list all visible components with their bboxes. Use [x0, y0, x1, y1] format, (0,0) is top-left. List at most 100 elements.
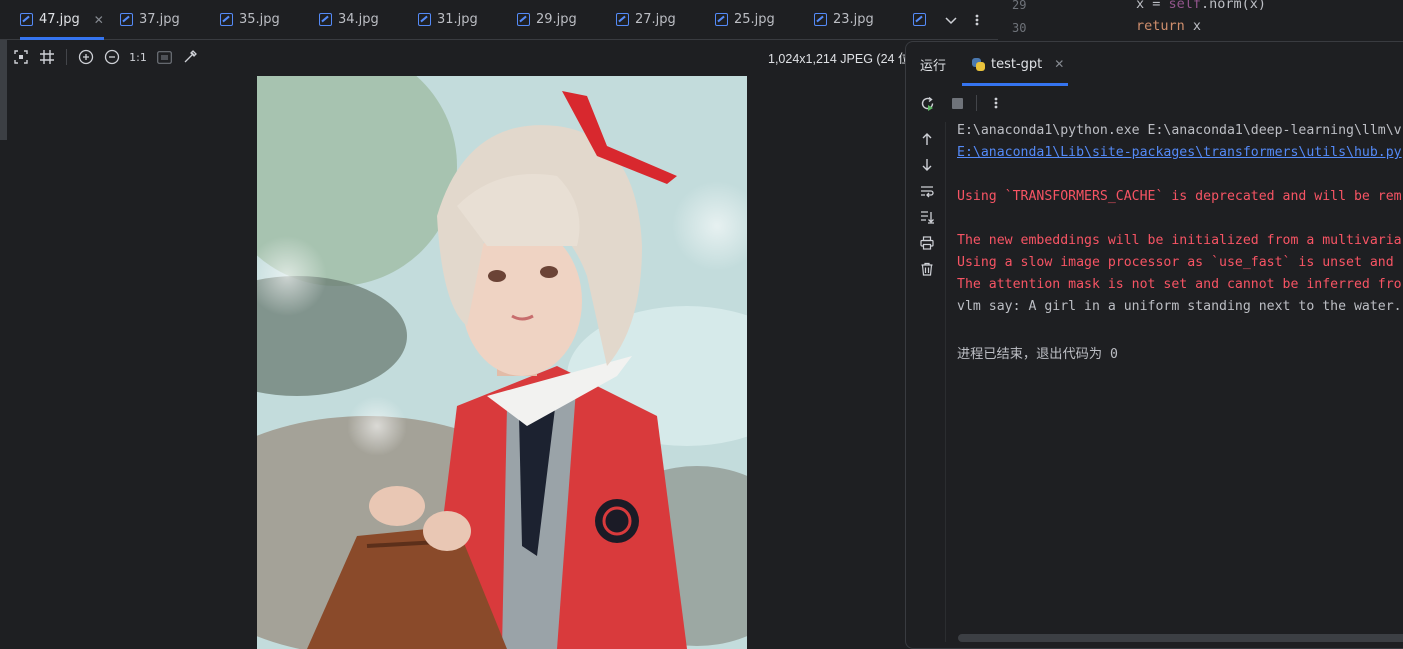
zoom-out-button[interactable] [99, 44, 125, 70]
tab-35-jpg[interactable]: 35.jpg [220, 0, 280, 39]
image-file-icon [715, 13, 728, 26]
console-link[interactable]: E:\anaconda1\Lib\site-packages\transform… [957, 145, 1402, 160]
trash-icon [921, 262, 933, 276]
image-file-icon [814, 13, 827, 26]
background-toggle-button[interactable] [151, 44, 177, 70]
clear-console-button[interactable] [916, 258, 938, 280]
zoom-in-icon [78, 49, 94, 65]
more-vertical-icon [975, 14, 979, 25]
scroll-down-button[interactable] [916, 154, 938, 176]
toolbar-separator [66, 49, 67, 65]
image-preview [257, 76, 747, 649]
print-button[interactable] [916, 232, 938, 254]
tab-overflow-file[interactable] [913, 0, 926, 39]
code-token: .norm(x) [1201, 0, 1267, 12]
tab-label: 23.jpg [833, 12, 874, 27]
tab-34-jpg[interactable]: 34.jpg [319, 0, 379, 39]
tab-label: 47.jpg [39, 12, 80, 27]
console-side-toolbar [906, 122, 946, 642]
console-line-error: The new embeddings will be initialized f… [957, 233, 1402, 248]
chevron-down-icon [945, 16, 957, 24]
more-vertical-icon [994, 97, 998, 109]
python-icon [972, 57, 985, 71]
code-token: x [1184, 18, 1202, 34]
grid-icon [40, 50, 54, 64]
image-file-icon [20, 13, 33, 26]
image-background-icon [156, 50, 172, 64]
soft-wrap-icon [921, 186, 934, 198]
tab-label: 37.jpg [139, 12, 180, 27]
zoom-in-button[interactable] [73, 44, 99, 70]
eyedropper-icon [184, 50, 197, 63]
image-file-icon [418, 13, 431, 26]
stop-button[interactable] [946, 92, 968, 114]
image-info-label: 1,024x1,214 JPEG (24 位 [768, 52, 911, 66]
console-line-error: Using a slow image processor as `use_fas… [957, 255, 1394, 270]
vertical-scrollbar[interactable] [0, 40, 7, 140]
horizontal-scrollbar[interactable] [958, 634, 1403, 642]
rerun-icon [921, 96, 933, 111]
tab-29-jpg[interactable]: 29.jpg [517, 0, 577, 39]
code-line[interactable]: return x [1136, 18, 1201, 34]
soft-wrap-button[interactable] [916, 180, 938, 202]
run-tool-window: 运行 test-gpt ✕ E:\anaconda1\python.exe E:… [905, 41, 1403, 649]
tab-label: 29.jpg [536, 12, 577, 27]
tab-23-jpg[interactable]: 23.jpg [814, 0, 874, 39]
image-file-icon [319, 13, 332, 26]
arrow-down-icon [922, 159, 932, 171]
scroll-to-end-button[interactable] [916, 206, 938, 228]
tab-more-menu[interactable] [972, 0, 982, 39]
run-panel-title: 运行 [920, 58, 947, 74]
run-toolbar [906, 86, 1403, 120]
rerun-button[interactable] [916, 92, 938, 114]
fit-to-window-button[interactable] [8, 44, 34, 70]
arrow-up-icon [922, 133, 932, 145]
run-header: 运行 test-gpt ✕ [906, 42, 1403, 86]
tab-label: 25.jpg [734, 12, 775, 27]
console-line-error: The attention mask is not set and cannot… [957, 277, 1402, 292]
run-tab-label: test-gpt [991, 56, 1043, 72]
image-file-icon [913, 13, 926, 26]
print-icon [920, 236, 934, 250]
stop-icon [951, 97, 963, 109]
grid-toggle-button[interactable] [34, 44, 60, 70]
image-file-icon [616, 13, 629, 26]
scroll-up-button[interactable] [916, 128, 938, 150]
console-line: vlm say: A girl in a uniform standing ne… [957, 299, 1402, 314]
tab-test-gpt[interactable]: test-gpt ✕ [962, 42, 1068, 86]
tab-31-jpg[interactable]: 31.jpg [418, 0, 478, 39]
close-icon[interactable]: ✕ [1054, 57, 1064, 71]
tab-label: 34.jpg [338, 12, 379, 27]
actual-size-button[interactable]: 1:1 [125, 44, 151, 70]
tab-label: 27.jpg [635, 12, 676, 27]
console-line: E:\anaconda1\python.exe E:\anaconda1\dee… [957, 123, 1402, 138]
console-output[interactable]: E:\anaconda1\python.exe E:\anaconda1\dee… [957, 121, 1402, 621]
image-file-icon [517, 13, 530, 26]
line-number: 30 [1012, 21, 1027, 35]
line-number: 29 [1012, 0, 1027, 12]
console-line-exit: 进程已结束，退出代码为 0 [957, 347, 1118, 362]
tab-37-jpg[interactable]: 37.jpg [120, 0, 180, 39]
tab-25-jpg[interactable]: 25.jpg [715, 0, 775, 39]
scroll-to-end-icon [921, 211, 934, 224]
zoom-out-icon [104, 49, 120, 65]
code-line[interactable]: x = self.norm(x) [1136, 0, 1266, 12]
color-picker-button[interactable] [177, 44, 203, 70]
code-token-self: self [1168, 0, 1202, 12]
code-token: x = [1136, 0, 1169, 12]
image-file-icon [220, 13, 233, 26]
image-file-icon [120, 13, 133, 26]
photo-girl-in-uniform [257, 76, 747, 649]
tab-label: 31.jpg [437, 12, 478, 27]
tab-list-dropdown[interactable] [944, 0, 958, 39]
tab-47-jpg[interactable]: 47.jpg ✕ [20, 0, 104, 40]
code-token-return: return [1136, 18, 1185, 34]
console-line-error: Using `TRANSFORMERS_CACHE` is deprecated… [957, 189, 1402, 204]
tab-label: 35.jpg [239, 12, 280, 27]
tab-27-jpg[interactable]: 27.jpg [616, 0, 676, 39]
editor-tab-bar: 47.jpg ✕ 37.jpg 35.jpg 34.jpg 31.jpg 29.… [0, 0, 998, 40]
close-icon[interactable]: ✕ [94, 13, 104, 27]
toolbar-separator [976, 95, 977, 111]
more-options-button[interactable] [985, 92, 1007, 114]
fit-icon [14, 50, 28, 64]
